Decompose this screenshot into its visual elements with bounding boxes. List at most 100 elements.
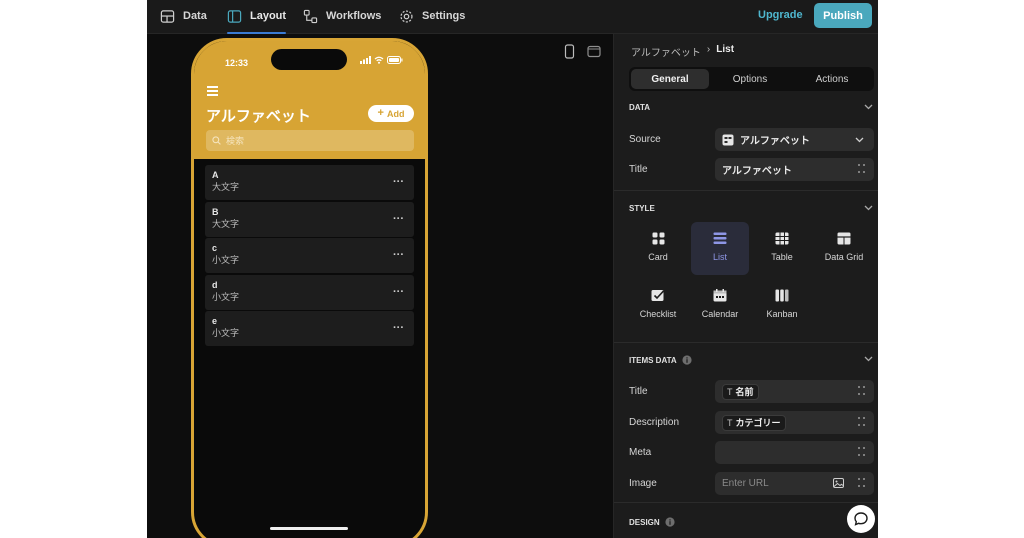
list-item-title: d xyxy=(212,279,218,290)
nav-layout[interactable]: Layout xyxy=(227,0,287,34)
text-type-icon: T xyxy=(727,386,733,397)
chat-bubble-icon xyxy=(854,512,868,526)
phone-frame: 12:33 アルファベット + Add 検索 A 大文字 ··· B 大文字 ·… xyxy=(191,38,428,538)
upgrade-link[interactable]: Upgrade xyxy=(758,9,803,21)
home-indicator xyxy=(270,527,348,530)
drag-handle-icon[interactable] xyxy=(858,417,865,427)
style-list[interactable]: List xyxy=(691,222,749,275)
tablet-preview-icon[interactable] xyxy=(587,45,601,58)
list-item-description: 大文字 xyxy=(212,182,240,192)
style-checklist-label: Checklist xyxy=(639,309,677,319)
list-item-description: 大文字 xyxy=(212,218,240,229)
item-meta-label: Meta xyxy=(629,447,652,458)
more-options-icon[interactable]: ··· xyxy=(393,286,404,298)
style-card[interactable]: Card xyxy=(629,222,687,275)
list-icon xyxy=(713,232,727,244)
menu-icon[interactable] xyxy=(207,86,218,98)
drag-handle-icon[interactable] xyxy=(858,478,865,488)
info-icon[interactable] xyxy=(665,517,675,527)
card-icon xyxy=(652,232,664,245)
search-placeholder: 検索 xyxy=(226,136,245,146)
drag-handle-icon[interactable] xyxy=(858,447,865,457)
style-table-label: Table xyxy=(771,252,793,262)
tab-general[interactable]: General xyxy=(631,69,709,89)
chevron-down-icon[interactable] xyxy=(864,356,873,362)
field-chip[interactable]: T 名前 xyxy=(722,383,759,400)
search-input[interactable]: 検索 xyxy=(206,130,414,151)
drag-handle-icon[interactable] xyxy=(858,164,865,174)
top-bar: Data Layout Workflows Settings Upgrade P… xyxy=(147,0,878,34)
style-data-grid[interactable]: Data Grid xyxy=(815,222,873,275)
style-list-label: List xyxy=(712,252,727,262)
signal-icon xyxy=(360,56,371,64)
data-section-title: DATA xyxy=(629,103,651,112)
divider xyxy=(614,502,878,503)
breadcrumb-separator: › xyxy=(706,44,711,55)
nav-settings-label: Settings xyxy=(422,10,466,22)
more-options-icon[interactable]: ··· xyxy=(393,249,404,261)
publish-button[interactable]: Publish xyxy=(814,3,872,28)
breadcrumb-parent[interactable]: アルファベット xyxy=(631,44,701,59)
nav-settings[interactable]: Settings xyxy=(399,0,465,32)
chat-button[interactable] xyxy=(847,505,875,533)
more-options-icon[interactable]: ··· xyxy=(393,176,404,188)
list-item[interactable]: d 小文字 ··· xyxy=(205,274,414,310)
style-calendar-label: Calendar xyxy=(701,309,739,319)
image-url-placeholder: Enter URL xyxy=(722,478,769,489)
kanban-icon xyxy=(775,289,789,302)
list-item[interactable]: B 大文字 ··· xyxy=(205,201,414,237)
list-item[interactable]: A 大文字 ··· xyxy=(205,165,414,200)
tab-actions[interactable]: Actions xyxy=(792,69,872,89)
style-checklist[interactable]: Checklist xyxy=(629,279,687,332)
chevron-down-icon[interactable] xyxy=(864,104,873,110)
plus-icon: + xyxy=(377,107,384,119)
nav-workflows[interactable]: Workflows xyxy=(303,0,381,32)
list-item[interactable]: e 小文字 ··· xyxy=(205,311,414,346)
info-icon[interactable] xyxy=(682,355,692,365)
phone-preview-icon[interactable] xyxy=(564,44,575,59)
item-description-label: Description xyxy=(629,417,680,428)
style-table[interactable]: Table xyxy=(753,222,811,275)
chevron-down-icon[interactable] xyxy=(864,205,873,211)
more-options-icon[interactable]: ··· xyxy=(393,322,404,334)
style-calendar[interactable]: Calendar xyxy=(691,279,749,332)
source-select[interactable]: アルファベット xyxy=(715,128,874,151)
divider xyxy=(614,342,878,343)
checklist-icon xyxy=(651,290,665,301)
list-item-title: B xyxy=(212,206,219,217)
preview-canvas: 12:33 アルファベット + Add 検索 A 大文字 ··· B 大文字 ·… xyxy=(147,34,613,538)
breadcrumb: アルファベット › List xyxy=(631,44,734,59)
calendar-icon xyxy=(713,289,727,302)
status-icons xyxy=(360,56,403,64)
panel-tabs: General Options Actions xyxy=(629,67,874,91)
add-button[interactable]: + Add xyxy=(368,105,414,122)
nav-workflows-label: Workflows xyxy=(326,10,382,22)
image-url-input[interactable]: Enter URL xyxy=(715,472,874,495)
design-section-heading[interactable]: DESIGN xyxy=(629,517,675,527)
item-meta-field[interactable] xyxy=(715,441,874,464)
item-title-field[interactable]: T 名前 xyxy=(715,380,874,403)
gear-icon xyxy=(400,9,413,23)
divider xyxy=(614,190,878,191)
nav-data-label: Data xyxy=(183,10,207,22)
tab-options[interactable]: Options xyxy=(711,69,789,89)
item-description-field[interactable]: T カテゴリー xyxy=(715,411,874,434)
drag-handle-icon[interactable] xyxy=(858,386,865,396)
style-data-grid-label: Data Grid xyxy=(824,252,864,262)
title-value: アルファベット xyxy=(722,166,792,177)
field-chip[interactable]: T カテゴリー xyxy=(722,414,786,431)
battery-icon xyxy=(387,56,403,64)
style-section-heading[interactable]: STYLE xyxy=(629,204,655,213)
data-section-heading[interactable]: DATA xyxy=(629,103,650,112)
list-item[interactable]: c 小文字 ··· xyxy=(205,238,414,273)
title-field[interactable]: アルファベット xyxy=(715,158,874,181)
items-data-section-heading[interactable]: ITEMS DATA xyxy=(629,355,692,365)
more-options-icon[interactable]: ··· xyxy=(393,213,404,225)
image-icon[interactable] xyxy=(833,478,844,488)
source-value: アルファベット xyxy=(740,136,810,147)
search-icon xyxy=(212,136,221,145)
wifi-icon xyxy=(374,56,384,64)
style-kanban[interactable]: Kanban xyxy=(753,279,811,332)
table-icon xyxy=(160,9,175,23)
nav-data[interactable]: Data xyxy=(160,0,207,32)
